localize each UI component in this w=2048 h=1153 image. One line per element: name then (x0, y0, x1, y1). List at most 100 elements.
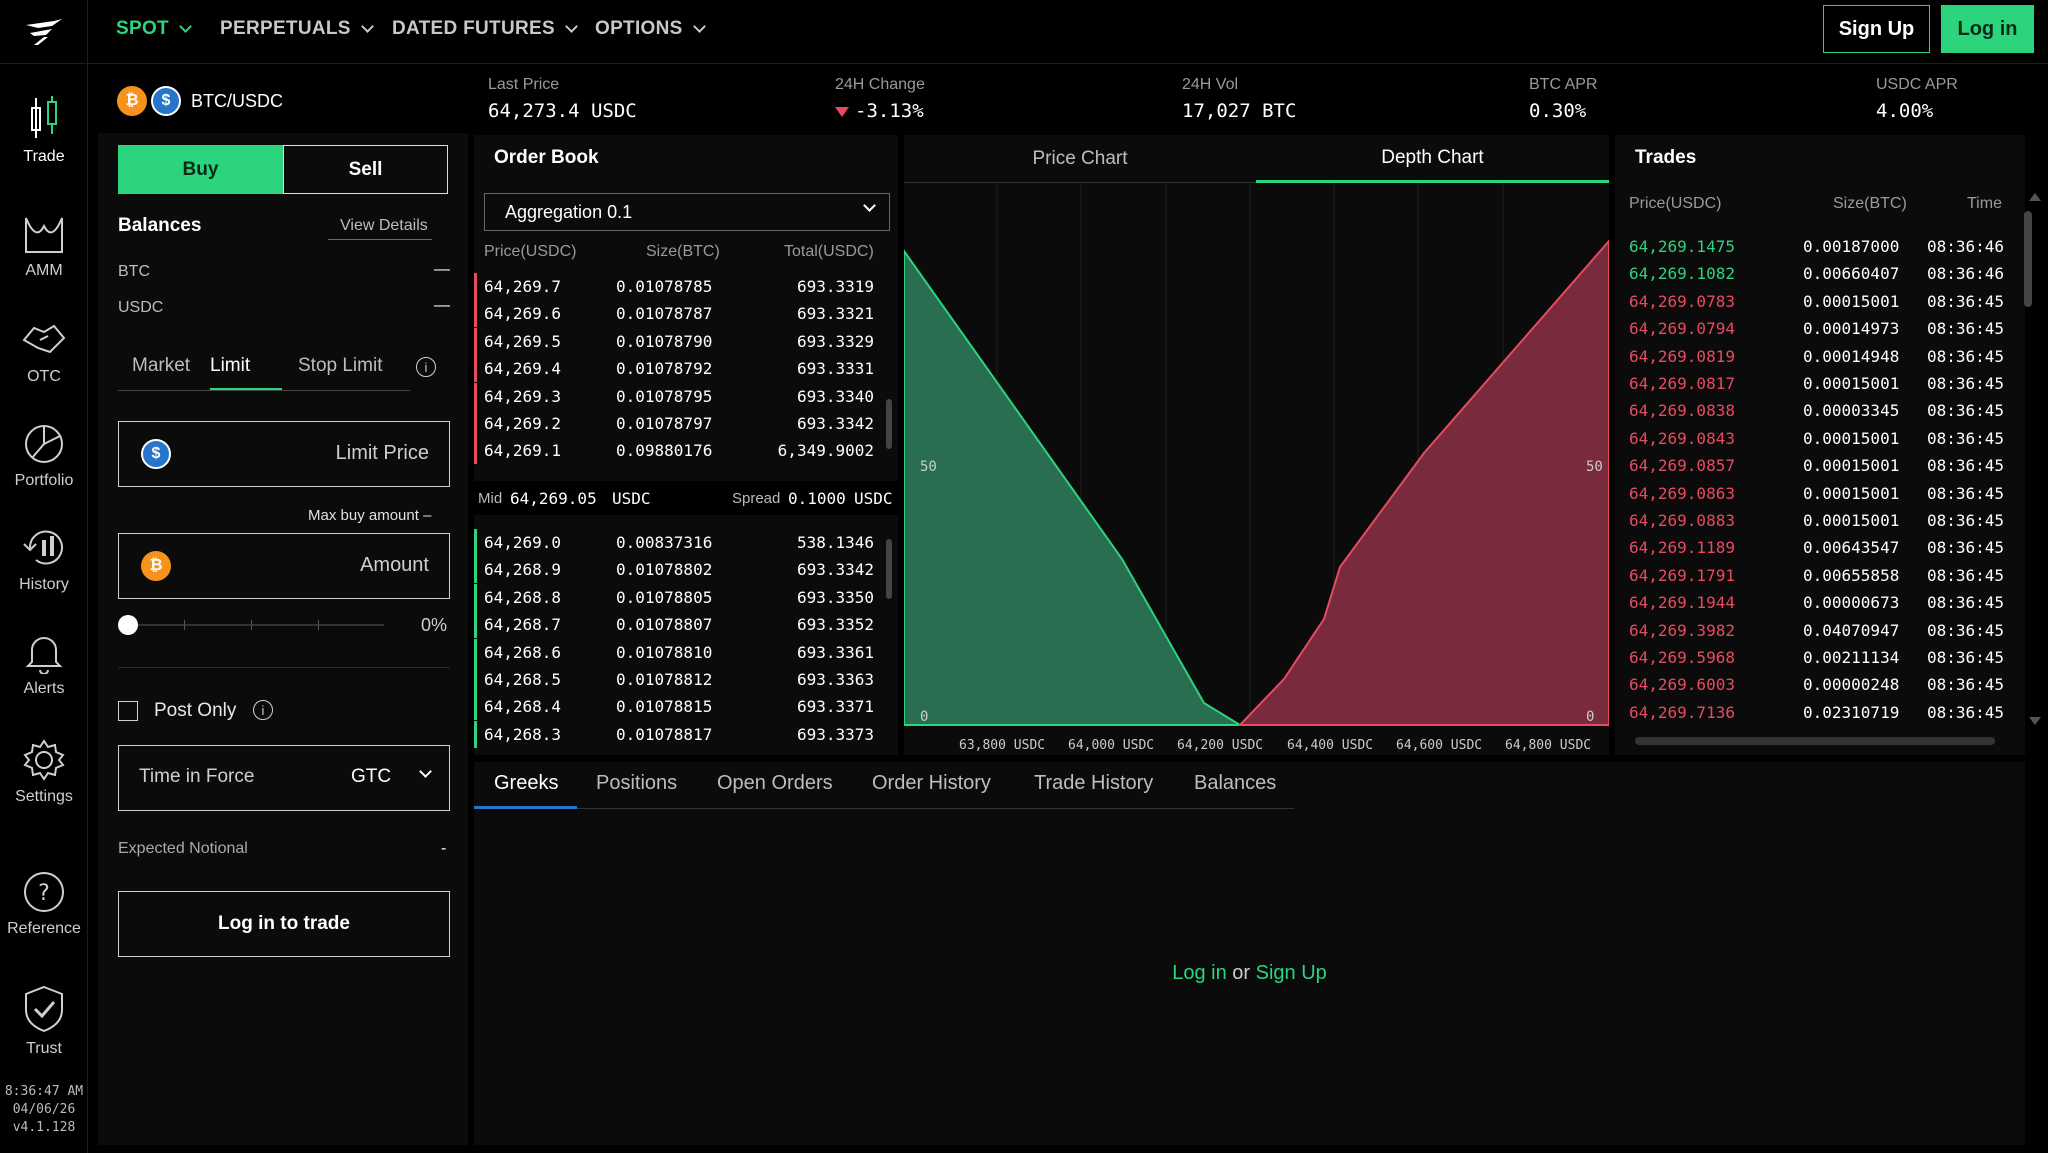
stat-btc-apr: BTC APR 0.30% (1529, 76, 1598, 122)
scroll-down-icon[interactable] (2029, 717, 2041, 725)
trade-row: 64,269.1189 0.00643547 08:36:45 (1615, 534, 2015, 561)
bid-row[interactable]: 64,268.9 0.01078802 693.3342 (474, 556, 898, 584)
sidebar-item-otc[interactable]: OTC (0, 318, 88, 386)
ask-row[interactable]: 64,269.4 0.01078792 693.3331 (474, 355, 898, 383)
trade-price: 64,269.0857 (1629, 456, 1735, 476)
bid-row[interactable]: 64,268.3 0.01078817 693.3373 (474, 720, 898, 748)
signup-button[interactable]: Sign Up (1823, 5, 1930, 53)
info-icon[interactable]: i (253, 700, 273, 720)
limit-price-input[interactable]: $ Limit Price (118, 421, 450, 487)
trade-time: 08:36:45 (1927, 675, 2005, 695)
sidebar-item-amm[interactable]: AMM (0, 212, 88, 280)
tab-greeks[interactable]: Greeks (494, 772, 558, 795)
depth-bar (474, 327, 477, 355)
x-tick-label: 64,800 USDC (1505, 738, 1591, 753)
trade-price: 64,269.7136 (1629, 702, 1735, 722)
price-cell: 64,268.7 (484, 615, 562, 635)
total-cell: 693.3373 (796, 724, 874, 744)
trade-price: 64,269.5968 (1629, 648, 1735, 667)
ask-row[interactable]: 64,269.6 0.01078787 693.3321 (474, 300, 898, 328)
x-tick-label: 64,400 USDC (1287, 738, 1373, 753)
amount-input[interactable]: ₿ Amount (118, 533, 450, 599)
price-cell: 64,269.5 (484, 331, 562, 351)
tab-open-orders[interactable]: Open Orders (717, 772, 833, 795)
aggregation-select[interactable]: Aggregation 0.1 (484, 193, 890, 231)
depth-bar (474, 382, 477, 410)
depth-bar (474, 693, 477, 721)
tab-balances[interactable]: Balances (1194, 772, 1276, 795)
asks-scrollbar[interactable] (886, 399, 892, 449)
size-cell: 0.01078802 (616, 560, 713, 580)
size-cell: 0.01078805 (616, 587, 713, 607)
handshake-icon (22, 324, 66, 354)
tab-price-chart[interactable]: Price Chart (904, 135, 1256, 183)
sell-tab[interactable]: Sell (283, 145, 448, 194)
tab-limit[interactable]: Limit (210, 355, 250, 377)
post-only-checkbox[interactable] (118, 701, 138, 721)
tab-positions[interactable]: Positions (596, 772, 677, 795)
tab-order-history[interactable]: Order History (872, 772, 991, 795)
tab-market[interactable]: Market (132, 355, 190, 377)
trade-row: 64,269.0857 0.00015001 08:36:45 (1615, 452, 2015, 479)
ask-row[interactable]: 64,269.7 0.01078785 693.3319 (474, 273, 898, 300)
sidebar-item-label: OTC (27, 368, 61, 385)
tab-stop-limit[interactable]: Stop Limit (298, 355, 382, 377)
sidebar-item-history[interactable]: History (0, 526, 88, 594)
bid-row[interactable]: 64,269.0 0.00837316 538.1346 (474, 529, 898, 556)
trade-row: 64,269.3982 0.04070947 08:36:45 (1615, 617, 2015, 644)
ask-row[interactable]: 64,269.5 0.01078790 693.3329 (474, 327, 898, 355)
sidebar-item-reference[interactable]: ? Reference (0, 870, 88, 938)
nav-perpetuals[interactable]: PERPETUALS (220, 18, 374, 40)
bids-scrollbar[interactable] (886, 539, 892, 599)
pair-name: BTC/USDC (191, 90, 284, 111)
sidebar-item-alerts[interactable]: Alerts (0, 630, 88, 698)
pair-selector[interactable]: ₿ $ BTC/USDC (117, 86, 283, 116)
trade-time: 08:36:45 (1927, 428, 2005, 448)
ask-row[interactable]: 64,269.2 0.01078797 693.3342 (474, 410, 898, 437)
slider-tick (184, 620, 185, 630)
sidebar-item-portfolio[interactable]: Portfolio (0, 422, 88, 490)
bid-row[interactable]: 64,268.8 0.01078805 693.3350 (474, 583, 898, 611)
sidebar-item-trade[interactable]: Trade (0, 94, 88, 166)
trades-header: Price(USDC) Size(BTC) Time (1629, 195, 2002, 212)
sidebar-item-label: Trade (23, 148, 65, 165)
trade-row: 64,269.1475 0.00187000 08:36:46 (1615, 233, 2015, 260)
slider-handle[interactable] (118, 615, 138, 635)
trade-time: 08:36:45 (1927, 565, 2005, 585)
buy-tab[interactable]: Buy (118, 145, 283, 194)
ask-row[interactable]: 64,269.3 0.01078795 693.3340 (474, 382, 898, 410)
time-in-force-select[interactable]: Time in Force GTC (118, 745, 450, 811)
order-book-header: Price(USDC) Size(BTC) Total(USDC) (484, 243, 874, 260)
price-cell: 64,269.0 (484, 533, 562, 552)
scroll-up-icon[interactable] (2029, 193, 2041, 201)
sidebar-item-label: Alerts (23, 680, 65, 697)
bid-row[interactable]: 64,268.6 0.01078810 693.3361 (474, 638, 898, 666)
price-cell: 64,269.2 (484, 414, 562, 433)
price-cell: 64,268.4 (484, 697, 562, 717)
sidebar-item-trust[interactable]: Trust (0, 984, 88, 1058)
tab-depth-chart[interactable]: Depth Chart (1256, 135, 1609, 183)
balances-heading: Balances (118, 215, 202, 236)
depth-chart[interactable]: 50 0 50 0 63,800 USDC 64,000 USDC 64,200 U… (904, 183, 1609, 763)
bid-row[interactable]: 64,268.5 0.01078812 693.3363 (474, 666, 898, 693)
sidebar-item-settings[interactable]: Settings (0, 738, 88, 806)
nav-dated-futures[interactable]: DATED FUTURES (392, 18, 578, 40)
trade-price: 64,269.0783 (1629, 291, 1735, 311)
nav-options[interactable]: OPTIONS (595, 18, 706, 40)
amount-slider[interactable] (128, 624, 384, 626)
bid-row[interactable]: 64,268.7 0.01078807 693.3352 (474, 611, 898, 639)
expected-notional-value: - (441, 840, 447, 857)
bid-row[interactable]: 64,268.4 0.01078815 693.3371 (474, 693, 898, 721)
login-link[interactable]: Log in (1172, 962, 1227, 984)
logo[interactable] (0, 0, 88, 64)
ask-row[interactable]: 64,269.1 0.09880176 6,349.9002 (474, 437, 898, 465)
trades-scrollbar[interactable] (2024, 211, 2032, 307)
signup-link[interactable]: Sign Up (1256, 962, 1327, 984)
trades-horizontal-scrollbar[interactable] (1635, 737, 1995, 745)
info-icon[interactable]: i (416, 357, 436, 377)
tab-trade-history[interactable]: Trade History (1034, 772, 1153, 795)
login-to-trade-button[interactable]: Log in to trade (118, 891, 450, 957)
nav-spot[interactable]: SPOT (116, 18, 192, 40)
view-details-link[interactable]: View Details (328, 217, 432, 240)
login-button[interactable]: Log in (1941, 5, 2034, 53)
